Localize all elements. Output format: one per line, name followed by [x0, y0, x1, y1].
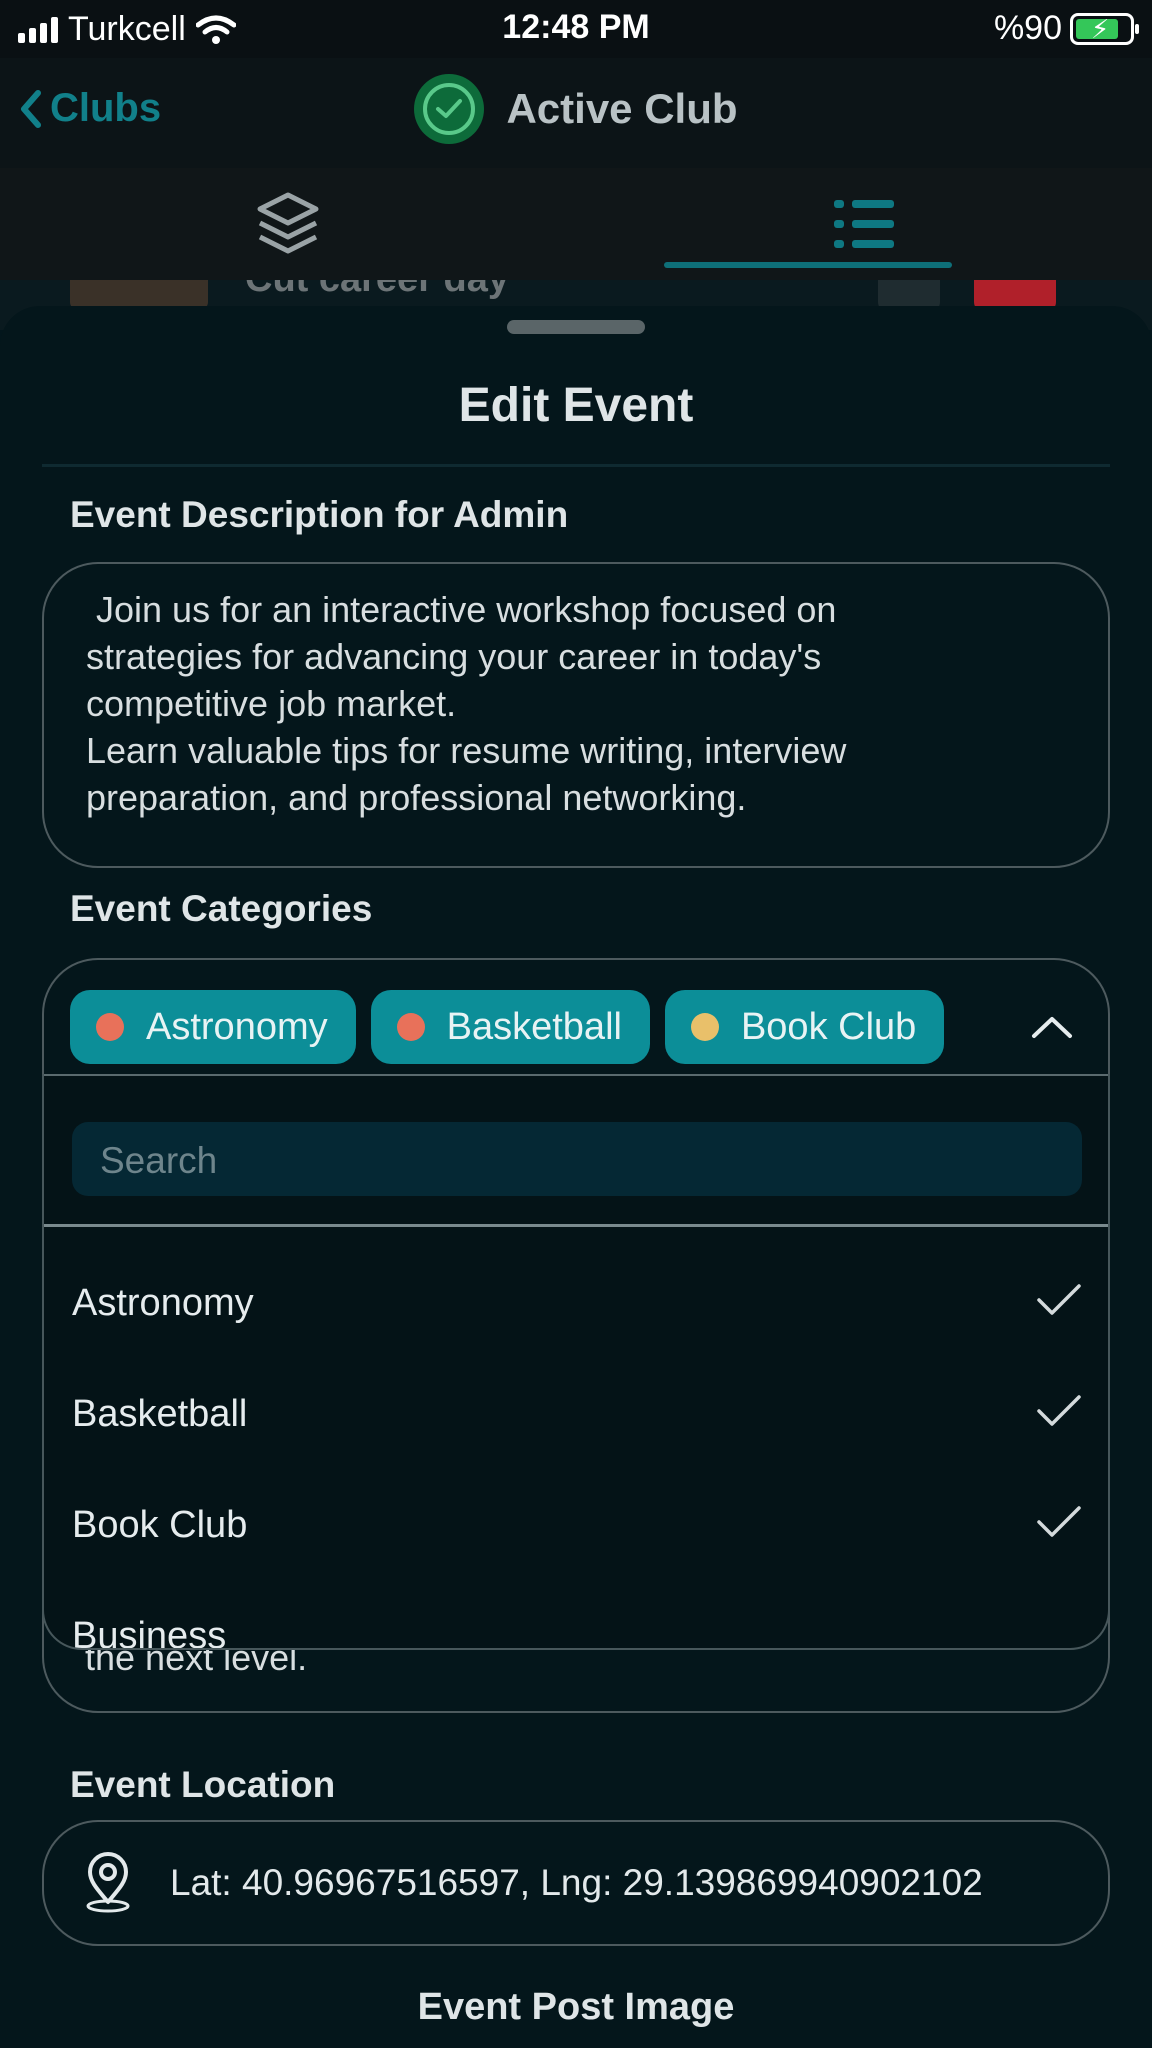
chip-astronomy[interactable]: Astronomy — [70, 990, 356, 1064]
page-title: Active Club — [506, 85, 738, 132]
chip-basketball[interactable]: Basketball — [370, 990, 650, 1064]
status-right: %90 ⚡ — [993, 9, 1139, 48]
active-check-icon — [414, 74, 485, 144]
nav-title-group: Active Club — [0, 74, 1152, 144]
search-divider — [44, 1224, 1108, 1227]
option-basketball[interactable]: Basketball — [44, 1359, 1108, 1469]
location-pin-icon — [86, 1852, 130, 1913]
sheet-drag-handle[interactable] — [507, 320, 645, 334]
checkmark-icon — [1037, 1506, 1081, 1537]
chip-book-club[interactable]: Book Club — [664, 990, 945, 1064]
checkmark-icon — [1037, 1395, 1081, 1426]
dropdown-top-border — [44, 1074, 1108, 1076]
battery-percent: %90 — [993, 9, 1062, 47]
chip-label: Basketball — [446, 1005, 622, 1048]
chevron-up-icon[interactable] — [1030, 1014, 1074, 1040]
chip-dot — [690, 1013, 719, 1041]
chip-label: Astronomy — [146, 1005, 328, 1048]
location-label: Event Location — [70, 1764, 336, 1805]
option-label: Astronomy — [72, 1281, 254, 1324]
title-divider — [42, 464, 1110, 467]
status-bar: Turkcell 12:48 PM %90 ⚡ — [0, 0, 1152, 58]
option-astronomy[interactable]: Astronomy — [44, 1248, 1108, 1358]
location-value: Lat: 40.96967516597, Lng: 29.13986994090… — [170, 1862, 983, 1903]
option-label: Book Club — [72, 1503, 248, 1546]
checkmark-icon — [1037, 1284, 1081, 1315]
categories-label: Event Categories — [70, 888, 373, 929]
selected-chips: Astronomy Basketball Book Club — [70, 990, 945, 1064]
location-field[interactable]: Lat: 40.96967516597, Lng: 29.13986994090… — [42, 1820, 1110, 1946]
battery-icon: ⚡ — [1070, 12, 1139, 45]
tab-bar — [0, 168, 1152, 280]
category-dropdown: Search Astronomy Basketball Book Club Bu… — [42, 1074, 1110, 1650]
chip-label: Book Club — [740, 1005, 917, 1048]
edit-event-sheet: Edit Event Event Description for Admin J… — [0, 306, 1152, 2048]
option-book-club[interactable]: Book Club — [44, 1470, 1108, 1580]
option-business[interactable]: Business — [44, 1581, 1108, 1650]
sheet-title: Edit Event — [458, 379, 694, 432]
tab-layers[interactable] — [0, 168, 576, 280]
nav-bar: Clubs Active Club — [0, 58, 1152, 168]
description-label: Event Description for Admin — [70, 494, 569, 535]
layers-icon — [257, 192, 319, 254]
event-title: Cut career day — [245, 280, 509, 301]
description-field[interactable]: Join us for an interactive workshop focu… — [42, 562, 1110, 868]
chip-dot — [96, 1013, 124, 1041]
tab-active-indicator — [664, 262, 952, 268]
option-label: Basketball — [72, 1392, 248, 1435]
list-icon — [834, 200, 894, 248]
chip-dot — [396, 1013, 425, 1041]
option-label: Business — [72, 1614, 227, 1650]
status-time: 12:48 PM — [502, 8, 650, 46]
post-image-label: Event Post Image — [417, 1986, 735, 2028]
search-input[interactable]: Search — [72, 1122, 1082, 1196]
